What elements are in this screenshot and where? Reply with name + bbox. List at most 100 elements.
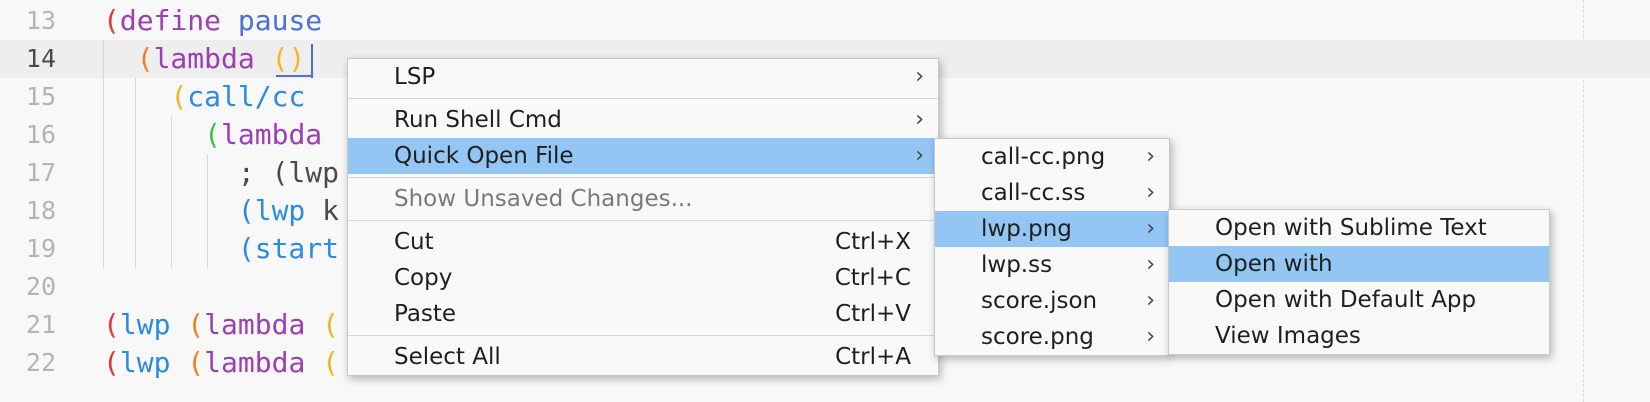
menu-item-shortcut: Ctrl+C [834,265,911,291]
chevron-right-icon: › [1146,216,1155,241]
menu-item-select-all[interactable]: Select All Ctrl+A [348,339,938,375]
context-menu: LSP › Run Shell Cmd › Quick Open File › Show U… [347,58,939,376]
indent-guide [135,78,136,268]
code-token: ( [322,308,340,341]
menu-item-label: Open with Default App [1215,287,1477,313]
chevron-right-icon: › [1146,180,1155,205]
menu-item-label: score.png [981,324,1094,350]
code-token: define [119,4,222,37]
menu-item-shortcut: Ctrl+X [835,229,911,255]
line-number: 13 [25,6,56,35]
file-item-score-json[interactable]: score.json › [935,283,1169,319]
code-token: pause [237,4,323,37]
code-line[interactable]: 13 (define pause [0,2,1650,40]
code-token: lambda [153,42,255,75]
menu-item-label: Cut [394,229,434,255]
menu-item-run-shell-cmd[interactable]: Run Shell Cmd › [348,102,938,138]
menu-item-label: Paste [394,301,457,327]
code-text: (define pause [103,2,322,40]
line-number: 14 [25,44,56,73]
menu-item-paste[interactable]: Paste Ctrl+V [348,296,938,332]
menu-item-shortcut: Ctrl+A [835,344,911,370]
menu-item-label: Open with Sublime Text [1215,215,1487,241]
code-token: ; (lwp [237,156,340,189]
chevron-right-icon: › [915,107,924,132]
menu-item-label: View Images [1215,323,1361,349]
code-text: ; (lwp [103,154,339,192]
line-number: 21 [25,310,56,339]
open-item-open-with-default-app[interactable]: Open with Default App [1169,282,1549,318]
menu-item-lsp[interactable]: LSP › [348,59,938,95]
code-token: start [254,232,340,265]
menu-item-shortcut: Ctrl+V [835,301,911,327]
menu-item-label: call-cc.png [981,144,1106,170]
chevron-right-icon: › [915,64,924,89]
line-number: 22 [25,348,56,377]
code-text: (lwp k [103,192,339,230]
chevron-right-icon: › [1146,144,1155,169]
code-token: ( [237,194,255,227]
code-text: (lwp (lambda ( [103,306,339,344]
menu-separator [348,335,938,336]
code-token: ( [136,42,154,75]
code-token: lwp [254,194,306,227]
chevron-right-icon: › [1146,288,1155,313]
indent-guide [171,116,172,268]
open-item-view-images[interactable]: View Images [1169,318,1549,354]
line-number: 15 [25,82,56,111]
menu-item-show-unsaved-changes: Show Unsaved Changes... [348,181,938,217]
menu-item-label: Open with [1215,251,1333,277]
indent-guide [103,40,104,268]
open-with-submenu: Open with Sublime Text Open with Open with… [1168,209,1550,355]
code-text: (call/cc [103,78,305,116]
file-item-lwp-ss[interactable]: lwp.ss › [935,247,1169,283]
file-item-call-cc-png[interactable]: call-cc.png › [935,139,1169,175]
code-token: ( [103,308,120,341]
menu-separator [348,177,938,178]
code-text: (start [103,230,339,268]
menu-item-cut[interactable]: Cut Ctrl+X [348,224,938,260]
line-number: 16 [25,120,56,149]
code-token: ( [204,118,222,151]
quick-open-file-submenu: call-cc.png › call-cc.ss › lwp.png › lwp.ss › sc… [934,138,1170,356]
line-number: 20 [25,272,56,301]
menu-item-label: score.json [981,288,1098,314]
menu-separator [348,98,938,99]
menu-item-copy[interactable]: Copy Ctrl+C [348,260,938,296]
code-token: ( [170,80,188,113]
menu-item-label: Quick Open File [394,143,574,169]
file-item-lwp-png[interactable]: lwp.png › [935,211,1169,247]
bracket-match-underline [276,75,311,77]
code-token: ( [103,4,120,37]
code-token: k [305,194,340,227]
text-cursor [311,44,313,78]
code-token: lwp [119,346,171,379]
code-token: ( [237,232,255,265]
file-item-call-cc-ss[interactable]: call-cc.ss › [935,175,1169,211]
file-item-score-png[interactable]: score.png › [935,319,1169,355]
menu-item-label: LSP [394,64,436,90]
menu-item-label: lwp.png [981,216,1072,242]
code-token: ( [322,346,340,379]
code-token: lambda [204,346,306,379]
open-item-open-with[interactable]: Open with [1169,246,1549,282]
menu-separator [348,220,938,221]
menu-item-label: Show Unsaved Changes... [394,186,693,212]
code-token: ( [187,308,205,341]
chevron-right-icon: › [1146,324,1155,349]
menu-item-quick-open-file[interactable]: Quick Open File › [348,138,938,174]
open-item-open-with-sublime-text[interactable]: Open with Sublime Text [1169,210,1549,246]
indent-guide [207,154,208,268]
code-token: lambda [221,118,323,151]
menu-item-label: Select All [394,344,501,370]
code-token: ( [187,346,205,379]
code-token: call/cc [187,80,306,113]
